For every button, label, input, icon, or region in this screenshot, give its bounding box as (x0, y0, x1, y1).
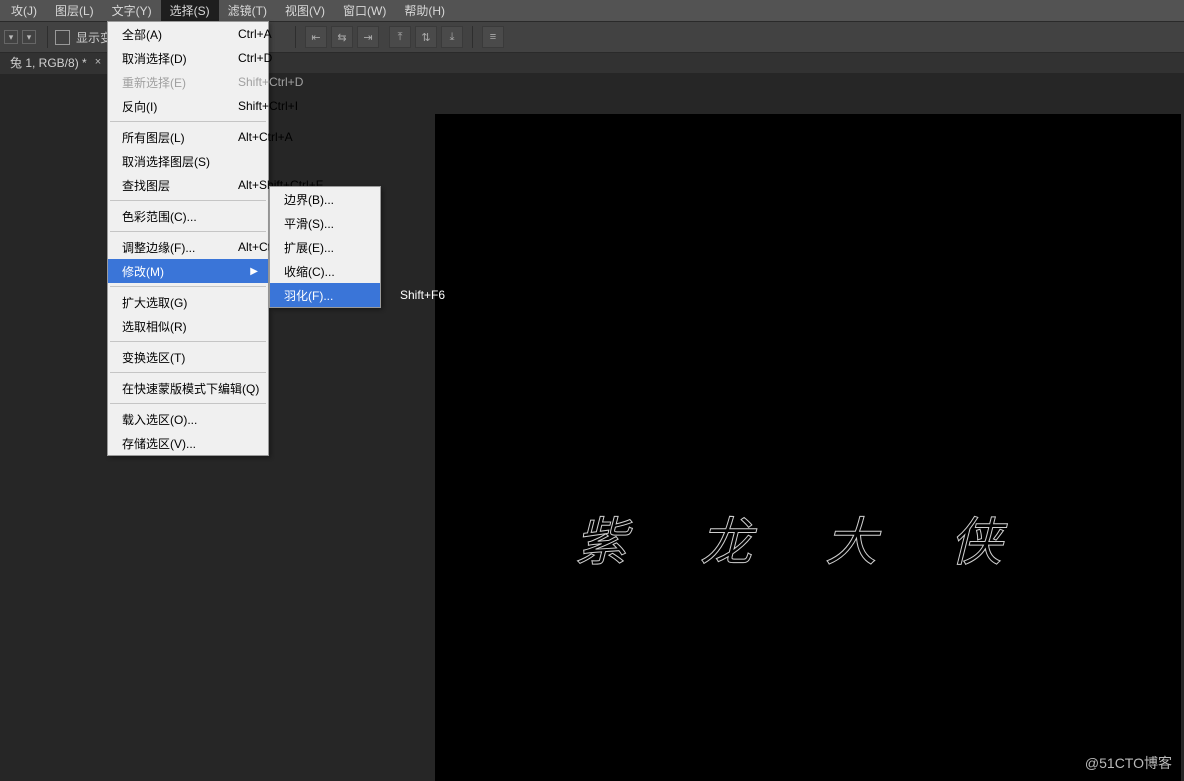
close-tab-icon[interactable]: × (95, 56, 101, 68)
menu-similar[interactable]: 选取相似(R) (108, 314, 268, 338)
canvas[interactable]: 紫 龙 大 侠 (435, 114, 1181, 781)
menu-refine-edge[interactable]: 调整边缘(F)...Alt+Ctrl+R (108, 235, 268, 259)
menu-reselect: 重新选择(E)Shift+Ctrl+D (108, 70, 268, 94)
document-tab[interactable]: 兔 1, RGB/8) * × (0, 51, 109, 74)
menu-transform-selection[interactable]: 变换选区(T) (108, 345, 268, 369)
align-right-icon[interactable]: ⇥ (357, 26, 379, 48)
modify-submenu-dropdown: 边界(B)... 平滑(S)... 扩展(E)... 收缩(C)... 羽化(F… (269, 186, 381, 308)
menu-item-help[interactable]: 帮助(H) (395, 0, 454, 21)
menu-feather[interactable]: 羽化(F)...Shift+F6 (270, 283, 380, 307)
divider (472, 26, 473, 48)
align-center-v-icon[interactable]: ⇅ (415, 26, 437, 48)
menu-deselect-layers[interactable]: 取消选择图层(S) (108, 149, 268, 173)
submenu-arrow-icon: ▶ (250, 266, 258, 277)
menu-separator (110, 231, 266, 232)
menu-item-window[interactable]: 窗口(W) (334, 0, 395, 21)
menu-separator (110, 200, 266, 201)
menu-border[interactable]: 边界(B)... (270, 187, 380, 211)
distribute-icon[interactable]: ≡ (482, 26, 504, 48)
menu-find-layers[interactable]: 查找图层Alt+Shift+Ctrl+F (108, 173, 268, 197)
menu-load-selection[interactable]: 载入选区(O)... (108, 407, 268, 431)
menu-smooth[interactable]: 平滑(S)... (270, 211, 380, 235)
divider (295, 26, 296, 48)
align-top-icon[interactable]: ⤒ (389, 26, 411, 48)
menu-all-layers[interactable]: 所有图层(L)Alt+Ctrl+A (108, 125, 268, 149)
menu-grow[interactable]: 扩大选取(G) (108, 290, 268, 314)
menu-deselect[interactable]: 取消选择(D)Ctrl+D (108, 46, 268, 70)
menu-expand[interactable]: 扩展(E)... (270, 235, 380, 259)
menu-item-view[interactable]: 视图(V) (276, 0, 334, 21)
menubar: 攻(J) 图层(L) 文字(Y) 选择(S) 滤镜(T) 视图(V) 窗口(W)… (0, 0, 1184, 21)
document-tab-title: 兔 1, RGB/8) * (10, 54, 87, 71)
menu-item-j[interactable]: 攻(J) (2, 0, 46, 21)
align-center-h-icon[interactable]: ⇆ (331, 26, 353, 48)
divider (47, 26, 48, 48)
menu-separator (110, 286, 266, 287)
menu-separator (110, 372, 266, 373)
menu-separator (110, 403, 266, 404)
menu-quick-mask[interactable]: 在快速蒙版模式下编辑(Q) (108, 376, 268, 400)
canvas-selection-text: 紫 龙 大 侠 (575, 500, 1032, 575)
menu-separator (110, 121, 266, 122)
menu-separator (110, 341, 266, 342)
show-transform-checkbox[interactable] (55, 30, 70, 45)
watermark: @51CTO博客 (1085, 753, 1172, 773)
menu-inverse[interactable]: 反向(I)Shift+Ctrl+I (108, 94, 268, 118)
menu-select-all[interactable]: 全部(A)Ctrl+A (108, 22, 268, 46)
menu-color-range[interactable]: 色彩范围(C)... (108, 204, 268, 228)
align-bottom-icon[interactable]: ⤓ (441, 26, 463, 48)
menu-item-select[interactable]: 选择(S) (161, 0, 219, 21)
tool-preset-dropdown-2[interactable]: ▾ (22, 30, 36, 44)
menu-item-text[interactable]: 文字(Y) (103, 0, 161, 21)
menu-modify[interactable]: 修改(M)▶ (108, 259, 268, 283)
select-menu-dropdown: 全部(A)Ctrl+A 取消选择(D)Ctrl+D 重新选择(E)Shift+C… (107, 21, 269, 456)
menu-contract[interactable]: 收缩(C)... (270, 259, 380, 283)
tool-preset-dropdown[interactable]: ▾ (4, 30, 18, 44)
menu-save-selection[interactable]: 存储选区(V)... (108, 431, 268, 455)
menu-item-filter[interactable]: 滤镜(T) (219, 0, 276, 21)
menu-item-layer[interactable]: 图层(L) (46, 0, 103, 21)
align-left-icon[interactable]: ⇤ (305, 26, 327, 48)
